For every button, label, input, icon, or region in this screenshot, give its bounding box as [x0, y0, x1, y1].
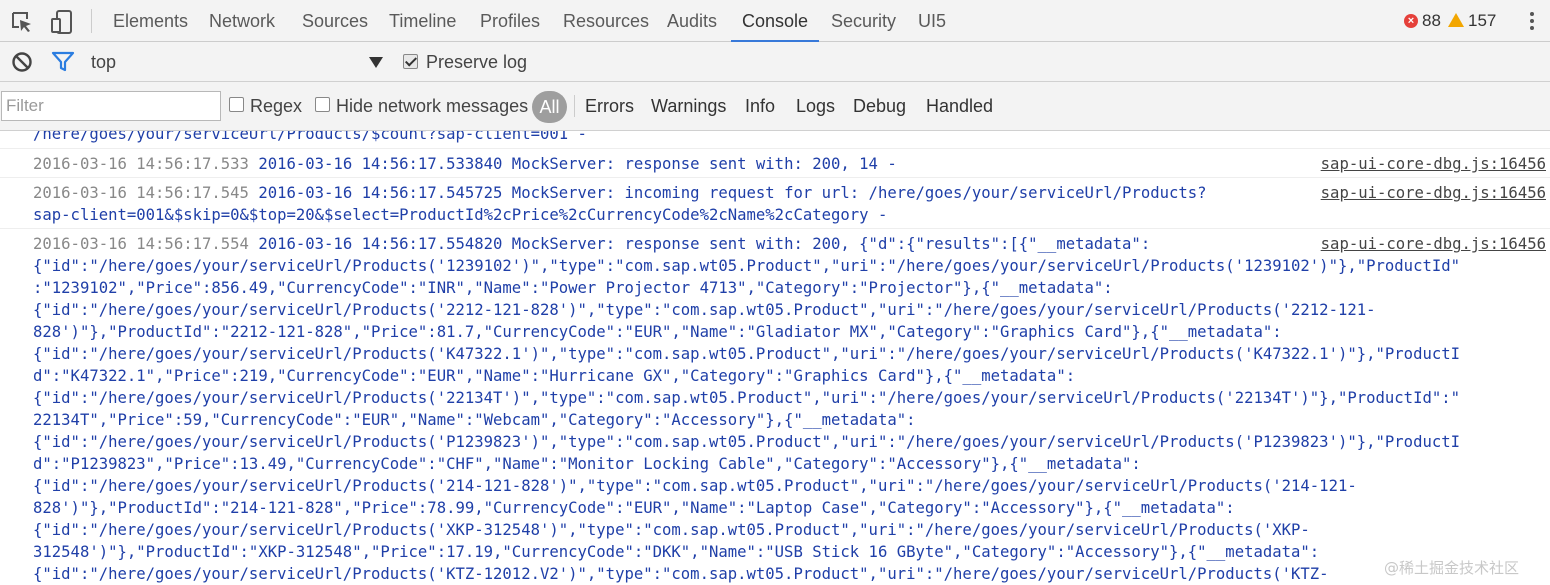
message-line: 828')"},"ProductId":"214-121-828","Price…: [33, 497, 1235, 519]
console-message: 2016-03-16 14:56:17.533 2016-03-16 14:56…: [0, 149, 1550, 178]
preserve-log-checkbox[interactable]: [403, 54, 418, 69]
level-info-button[interactable]: Info: [745, 96, 775, 117]
level-errors-button[interactable]: Errors: [585, 96, 634, 117]
warning-icon: [1448, 13, 1464, 27]
message-text: {"id":"/here/goes/your/serviceUrl/Produc…: [33, 521, 1310, 539]
message-line: 2016-03-16 14:56:17.533 2016-03-16 14:56…: [33, 153, 897, 175]
message-text: {"id":"/here/goes/your/serviceUrl/Produc…: [33, 257, 1461, 275]
toolbar-divider: [91, 9, 92, 33]
tab-network[interactable]: Network: [209, 0, 275, 42]
message-line: {"id":"/here/goes/your/serviceUrl/Produc…: [33, 519, 1310, 541]
message-text: {"id":"/here/goes/your/serviceUrl/Produc…: [33, 389, 1461, 407]
message-line: 2016-03-16 14:56:17.545 2016-03-16 14:56…: [33, 182, 1207, 204]
message-text: 828')"},"ProductId":"214-121-828","Price…: [33, 499, 1235, 517]
message-text: {"id":"/here/goes/your/serviceUrl/Produc…: [33, 345, 1461, 363]
console-message: 2016-03-16 14:56:17.554 2016-03-16 14:56…: [0, 229, 1550, 585]
message-text: 22134T","Price":59,"CurrencyCode":"EUR",…: [33, 411, 916, 429]
message-line: sap-client=001&$skip=0&$top=20&$select=P…: [33, 204, 887, 226]
level-divider: [574, 95, 575, 117]
tab-profiles[interactable]: Profiles: [480, 0, 540, 42]
message-line: {"id":"/here/goes/your/serviceUrl/Produc…: [33, 299, 1376, 321]
message-text: {"id":"/here/goes/your/serviceUrl/Produc…: [33, 433, 1461, 451]
regex-checkbox[interactable]: [229, 97, 244, 112]
message-text: sap-client=001&$skip=0&$top=20&$select=P…: [33, 206, 888, 224]
filter-input[interactable]: [1, 91, 221, 121]
message-line: :"1239102","Price":856.49,"CurrencyCode"…: [33, 277, 1113, 299]
message-line: d":"P1239823","Price":13.49,"CurrencyCod…: [33, 453, 1141, 475]
message-text: {"id":"/here/goes/your/serviceUrl/Produc…: [33, 477, 1357, 495]
message-text: 2016-03-16 14:56:17.545725 MockServer: i…: [248, 184, 1207, 202]
warning-count: 157: [1468, 11, 1497, 30]
message-text: 312548')"},"ProductId":"XKP-312548","Pri…: [33, 543, 1320, 561]
inspect-element-icon[interactable]: [9, 9, 35, 35]
message-source-link[interactable]: sap-ui-core-dbg.js:16456: [1321, 233, 1546, 255]
hide-network-checkbox[interactable]: [315, 97, 330, 112]
tab-audits[interactable]: Audits: [667, 0, 717, 42]
message-text: 828')"},"ProductId":"2212-121-828","Pric…: [33, 323, 1282, 341]
tab-timeline[interactable]: Timeline: [389, 0, 456, 42]
message-line: /here/goes/your/serviceUrl/Products/$cou…: [33, 131, 587, 145]
context-selector[interactable]: top: [91, 42, 116, 82]
level-all-button[interactable]: All: [532, 91, 567, 123]
message-line: 2016-03-16 14:56:17.554 2016-03-16 14:56…: [33, 233, 1150, 255]
message-line: 312548')"},"ProductId":"XKP-312548","Pri…: [33, 541, 1319, 563]
tab-ui5[interactable]: UI5: [918, 0, 946, 42]
console-toolbar: top Preserve log: [0, 42, 1550, 82]
message-line: {"id":"/here/goes/your/serviceUrl/Produc…: [33, 431, 1460, 453]
message-timestamp: 2016-03-16 14:56:17.533: [33, 155, 249, 173]
error-icon: ×: [1404, 14, 1418, 28]
message-timestamp: 2016-03-16 14:56:17.545: [33, 184, 249, 202]
console-message: 2016-03-16 14:56:17.545 2016-03-16 14:56…: [0, 178, 1550, 229]
preserve-log-label[interactable]: Preserve log: [426, 52, 527, 73]
message-line: {"id":"/here/goes/your/serviceUrl/Produc…: [33, 563, 1329, 585]
level-warnings-button[interactable]: Warnings: [651, 96, 726, 117]
tab-elements[interactable]: Elements: [113, 0, 188, 42]
tab-sources[interactable]: Sources: [302, 0, 368, 42]
level-handled-button[interactable]: Handled: [926, 96, 993, 117]
console-message: /here/goes/your/serviceUrl/Products/$cou…: [0, 131, 1550, 149]
clear-console-icon[interactable]: [9, 49, 35, 75]
message-text: {"id":"/here/goes/your/serviceUrl/Produc…: [33, 565, 1329, 583]
filter-icon[interactable]: [50, 49, 76, 75]
message-text: d":"K47322.1","Price":219,"CurrencyCode"…: [33, 367, 1076, 385]
message-line: 22134T","Price":59,"CurrencyCode":"EUR",…: [33, 409, 916, 431]
message-source-link[interactable]: sap-ui-core-dbg.js:16456: [1321, 153, 1546, 175]
message-line: {"id":"/here/goes/your/serviceUrl/Produc…: [33, 387, 1460, 409]
level-logs-button[interactable]: Logs: [796, 96, 835, 117]
message-line: d":"K47322.1","Price":219,"CurrencyCode"…: [33, 365, 1075, 387]
warning-counter[interactable]: 157: [1448, 0, 1496, 42]
console-filter-bar: Regex Hide network messages All Errors W…: [0, 82, 1550, 131]
message-line: {"id":"/here/goes/your/serviceUrl/Produc…: [33, 475, 1357, 497]
level-debug-button[interactable]: Debug: [853, 96, 906, 117]
message-text: /here/goes/your/serviceUrl/Products/$cou…: [33, 131, 587, 143]
error-counter[interactable]: × 88: [1404, 0, 1441, 42]
message-text: {"id":"/here/goes/your/serviceUrl/Produc…: [33, 301, 1376, 319]
regex-label[interactable]: Regex: [250, 96, 302, 117]
console-messages: /here/goes/your/serviceUrl/Products/$cou…: [0, 131, 1550, 585]
hide-network-label[interactable]: Hide network messages: [336, 96, 528, 117]
tab-console[interactable]: Console: [731, 0, 820, 42]
error-count: 88: [1422, 11, 1441, 30]
tab-resources[interactable]: Resources: [563, 0, 649, 42]
message-source-link[interactable]: sap-ui-core-dbg.js:16456: [1321, 182, 1546, 204]
watermark: @稀土掘金技术社区: [1384, 559, 1520, 577]
more-options-icon[interactable]: [1522, 8, 1542, 34]
devtools-tab-bar: Elements Network Sources Timeline Profil…: [0, 0, 1550, 42]
message-line: {"id":"/here/goes/your/serviceUrl/Produc…: [33, 343, 1460, 365]
message-line: 828')"},"ProductId":"2212-121-828","Pric…: [33, 321, 1282, 343]
message-text: d":"P1239823","Price":13.49,"CurrencyCod…: [33, 455, 1141, 473]
message-timestamp: 2016-03-16 14:56:17.554: [33, 235, 249, 253]
device-mode-icon[interactable]: [49, 9, 75, 35]
chevron-down-icon[interactable]: [369, 57, 383, 68]
message-text: :"1239102","Price":856.49,"CurrencyCode"…: [33, 279, 1113, 297]
tab-security[interactable]: Security: [831, 0, 896, 42]
message-line: {"id":"/here/goes/your/serviceUrl/Produc…: [33, 255, 1460, 277]
message-text: 2016-03-16 14:56:17.554820 MockServer: r…: [248, 235, 1151, 253]
message-text: 2016-03-16 14:56:17.533840 MockServer: r…: [248, 155, 897, 173]
